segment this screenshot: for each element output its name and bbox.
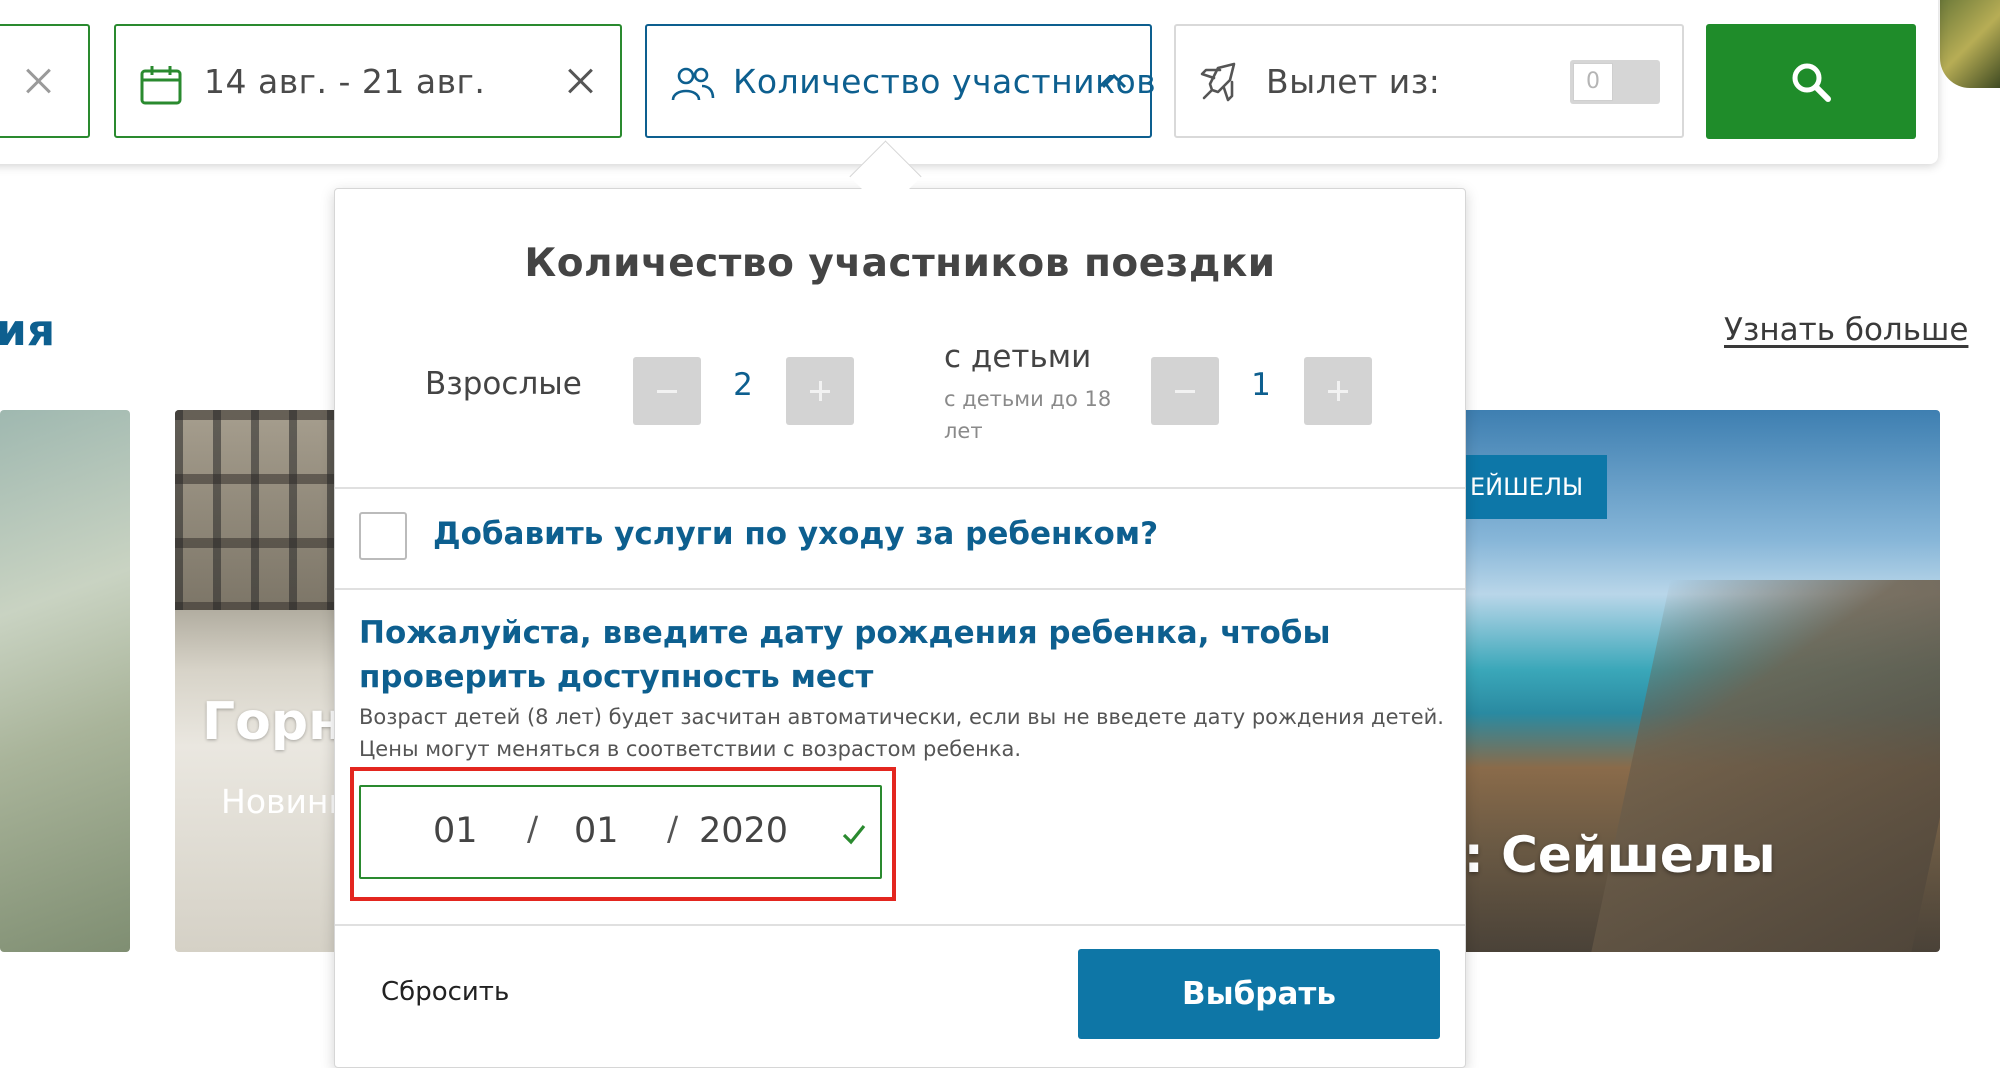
birthdate-day-input[interactable]: 01 (433, 811, 478, 851)
dob-heading: Пожалуйста, введите дату рождения ребенк… (359, 615, 1331, 695)
divider (335, 487, 1465, 489)
clear-dates-icon[interactable] (560, 61, 600, 101)
card-subtitle: Новинк (221, 782, 349, 821)
popover-title: Количество участников поездки (524, 241, 1276, 286)
participants-label: Количество участников (733, 61, 1157, 101)
search-icon (1792, 63, 1831, 102)
children-decrement-button[interactable] (1151, 357, 1219, 425)
dob-note: Возраст детей (8 лет) будет засчитан авт… (359, 705, 1444, 761)
people-icon (671, 67, 715, 101)
children-count: 1 (1251, 367, 1271, 403)
date-separator: / (667, 809, 679, 848)
destination-card-seychelles[interactable]: ЕЙШЕЛЫ а: Сейшелы (1430, 410, 1940, 952)
children-sublabel: с детьми до 18 лет (944, 387, 1112, 443)
child-birthdate-field[interactable]: 01 / 01 / 2020 (359, 785, 882, 879)
participants-popover: Количество участников поездки Взрослые 2… (334, 188, 1466, 1068)
airplane-icon (1200, 62, 1236, 102)
calendar-icon (140, 66, 182, 105)
date-range-field[interactable]: 14 авг. - 21 авг. (114, 24, 622, 138)
childcare-label[interactable]: Добавить услуги по уходу за ребенком? (433, 516, 1158, 552)
divider (335, 924, 1465, 926)
divider (335, 588, 1465, 590)
corner-photo (1940, 0, 2000, 88)
card-image (1589, 580, 1940, 952)
learn-more-link[interactable]: Узнать больше (1724, 312, 1968, 348)
card-title: а: Сейшелы (1430, 826, 1776, 884)
choose-button[interactable]: Выбрать (1078, 949, 1440, 1039)
childcare-checkbox[interactable] (359, 512, 407, 560)
destination-field[interactable] (0, 24, 90, 138)
section-title: ия (0, 305, 56, 356)
date-range-value: 14 авг. - 21 авг. (204, 61, 486, 101)
reset-button[interactable]: Сбросить (381, 977, 509, 1007)
date-separator: / (527, 809, 539, 848)
participants-field[interactable]: Количество участников (645, 24, 1156, 138)
birthdate-year-input[interactable]: 2020 (699, 811, 788, 851)
adults-count: 2 (733, 367, 753, 403)
clear-destination-icon[interactable] (18, 61, 58, 101)
departure-label: Вылет из: (1266, 61, 1441, 101)
departure-field[interactable]: Вылет из: 0 (1174, 24, 1684, 138)
search-button[interactable] (1706, 24, 1916, 139)
toggle-knob: 0 (1573, 63, 1613, 101)
adults-decrement-button[interactable] (633, 357, 701, 425)
adults-increment-button[interactable] (786, 357, 854, 425)
chevron-up-icon[interactable] (1100, 72, 1128, 90)
birthdate-month-input[interactable]: 01 (574, 811, 619, 851)
children-increment-button[interactable] (1304, 357, 1372, 425)
checkmark-icon (842, 824, 866, 845)
destination-card-beach[interactable] (0, 410, 130, 952)
children-label: с детьми (944, 339, 1092, 375)
adults-label: Взрослые (425, 366, 582, 402)
departure-toggle[interactable]: 0 (1570, 60, 1660, 104)
